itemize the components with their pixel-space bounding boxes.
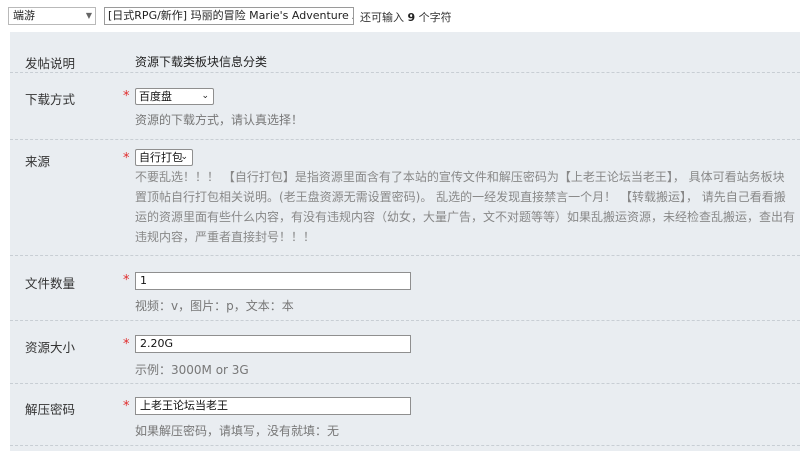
title-bar: 端游 ▼ [日式RPG/新作] 玛丽的冒险 Marie's Adventure … [0,0,800,32]
post-intro-text: 资源下载类板块信息分类 [135,55,268,69]
remaining-chars-count: 9 [407,11,416,24]
row-post-intro: 发帖说明 资源下载类板块信息分类 [10,32,800,73]
resource-size-hint: 示例：3000M or 3G [135,363,249,377]
required-mark: * [123,89,130,104]
file-count-hint: 视频：v，图片：p，文本：本 [135,299,294,313]
required-mark: * [123,337,130,352]
source-hint: 不要乱选！！！ 【自行打包】是指资源里面含有了本站的宣传文件和解压密码为【上老王… [135,167,800,247]
download-method-select-value: 百度盘 [139,90,172,103]
resource-size-label: 资源大小 [25,340,76,355]
remaining-chars-prefix: 还可输入 [360,11,408,24]
file-count-label: 文件数量 [25,276,76,291]
chevron-down-icon: ▼ [85,11,92,20]
row-unzip-password: 解压密码 * 上老王论坛当老王 如果解压密码，请填写，没有就填：无 [10,384,800,446]
post-intro-label: 发帖说明 [25,56,76,71]
download-method-label: 下载方式 [25,92,76,107]
source-label: 来源 [25,154,51,169]
chevron-down-icon: ⌄ [201,91,209,101]
source-select[interactable]: 自行打包 ⌄ [135,149,193,166]
download-method-hint: 资源的下载方式，请认真选择！ [135,113,304,127]
row-resource-size: 资源大小 * 2.20G 示例：3000M or 3G [10,321,800,384]
category-select[interactable]: 端游 ▼ [8,7,96,25]
unzip-password-input[interactable]: 上老王论坛当老王 [135,397,411,415]
remaining-chars-text: 还可输入 9 个字符 [360,9,452,25]
unzip-password-hint: 如果解压密码，请填写，没有就填：无 [135,424,340,438]
thread-info-form: 发帖说明 资源下载类板块信息分类 下载方式 * 百度盘 ⌄ 资源的下载方式，请认… [10,32,800,451]
required-mark: * [123,151,130,166]
row-source: 来源 * 自行打包 ⌄ 不要乱选！！！ 【自行打包】是指资源里面含有了本站的宣传… [10,140,800,256]
source-hint-line: 运的资源里面有些什么内容，有没有违规内容（幼女，大量广告，文不对题等等）如果乱搬… [135,210,796,224]
source-select-value: 自行打包 [139,151,183,164]
download-method-select[interactable]: 百度盘 ⌄ [135,88,214,105]
required-mark: * [123,273,130,288]
row-download-method: 下载方式 * 百度盘 ⌄ 资源的下载方式，请认真选择！ [10,73,800,140]
source-hint-line: 违规内容，严重者直接封号！！！ [135,230,316,244]
thread-title-input[interactable]: [日式RPG/新作] 玛丽的冒险 Marie's Adventure AI汉化步 [104,7,354,25]
remaining-chars-suffix: 个字符 [415,11,452,24]
required-mark: * [123,399,130,414]
source-hint-line: 不要乱选！！！ 【自行打包】是指资源里面含有了本站的宣传文件和解压密码为【上老王… [135,170,785,184]
source-hint-line: 置顶帖自行打包相关说明。(老王盘资源无需设置密码)。 乱选的一经发现直接禁言一个… [135,190,786,204]
chevron-down-icon: ⌄ [180,152,188,162]
category-select-value: 端游 [13,9,35,22]
row-file-count: 文件数量 * 1 视频：v，图片：p，文本：本 [10,256,800,321]
unzip-password-label: 解压密码 [25,402,76,417]
file-count-input[interactable]: 1 [135,272,411,290]
resource-size-input[interactable]: 2.20G [135,335,411,353]
